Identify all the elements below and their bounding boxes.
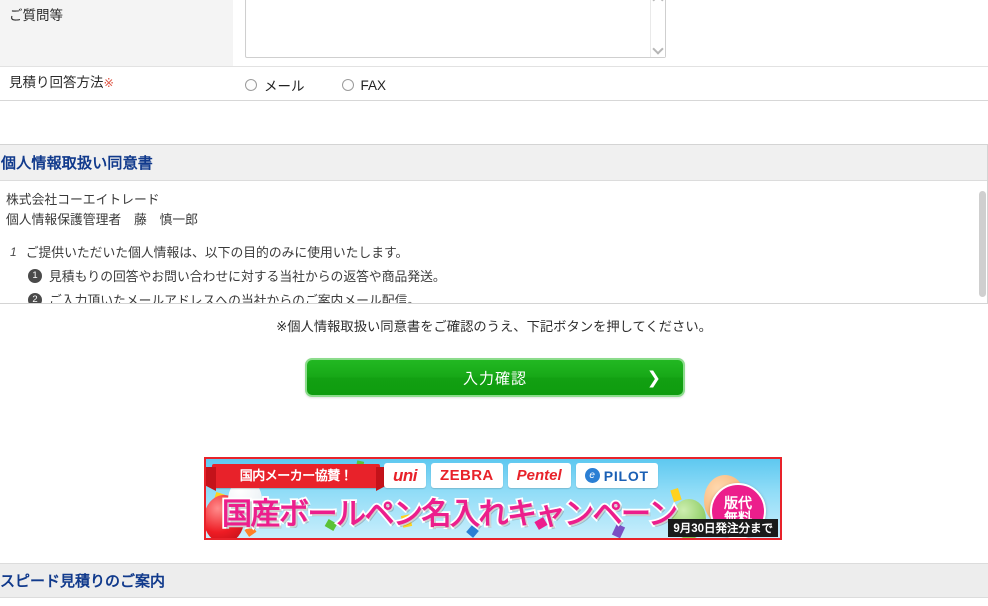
page-root: ご質問等 見積り回答方法※ メール FAX 個人情報取扱い同意書 株式会社コーエ… — [0, 0, 988, 606]
radio-option-fax[interactable]: FAX — [341, 77, 387, 93]
pilot-mark-icon: e — [584, 468, 600, 483]
privacy-manager: 個人情報保護管理者 藤 慎一郎 — [6, 211, 198, 227]
brand-logo-pentel: Pentel — [507, 463, 571, 488]
required-mark: ※ — [103, 76, 114, 90]
submit-notice: ※個人情報取扱い同意書をご確認のうえ、下記ボタンを押してください。 — [276, 319, 712, 334]
label-reply-method-text: 見積り回答方法 — [9, 75, 104, 90]
privacy-scrollbar-thumb[interactable] — [979, 191, 986, 297]
question-textarea[interactable] — [245, 0, 666, 58]
brand-logo-zebra: ZEBRA — [431, 463, 503, 488]
chevron-up-icon[interactable] — [654, 0, 663, 2]
speed-quote-section-title: スピード見積りのご案内 — [0, 573, 166, 590]
radio-fax-label: FAX — [360, 77, 387, 93]
speed-quote-section-header: スピード見積りのご案内 — [0, 563, 988, 598]
chevron-down-icon[interactable] — [654, 45, 663, 51]
brand-logo-pilot-text: PILOT — [603, 467, 649, 484]
banner-ribbon-label: 国内メーカー協賛！ — [212, 464, 380, 488]
confirm-input-label: 入力確認 — [462, 370, 527, 387]
privacy-subitem-2: 2 ご入力頂いたメールアドレスへの当社からのご案内メール配信。 — [6, 291, 965, 304]
brand-logo-uni-text: uni — [393, 465, 418, 485]
privacy-item-1-text: ご提供いただいた個人情報は、以下の目的のみに使用いたします。 — [25, 244, 409, 260]
form-row-reply-method: 見積り回答方法※ メール FAX — [0, 66, 988, 101]
badge-line-1: 版代 — [724, 495, 752, 512]
chevron-right-icon: ❯ — [646, 368, 661, 387]
banner-headline: 国産ボールペン名入れキャンペーン — [220, 496, 679, 533]
radio-mail-label: メール — [264, 79, 305, 94]
form-row-question: ご質問等 — [0, 0, 988, 66]
radio-mail-icon[interactable] — [245, 79, 257, 91]
privacy-subitem-1-number: 1 — [28, 269, 42, 284]
privacy-heading-title: 個人情報取扱い同意書 — [1, 155, 154, 172]
privacy-item-1-number: 1 — [10, 244, 17, 259]
privacy-subitem-1: 1 見積もりの回答やお問い合わせに対する当社からの返答や商品発送。 — [6, 267, 965, 287]
banner-brand-logos: uni ZEBRA Pentel e PILOT — [384, 463, 658, 488]
radio-group-reply-method: メール FAX — [245, 75, 386, 95]
textarea-scrollbar[interactable] — [650, 0, 665, 57]
brand-logo-zebra-text: ZEBRA — [440, 467, 494, 484]
page-bottom-spacer — [0, 598, 988, 606]
privacy-consent-panel: 個人情報取扱い同意書 株式会社コーエイトレード 個人情報保護管理者 藤 慎一郎 … — [0, 144, 988, 304]
brand-logo-pilot: e PILOT — [575, 463, 658, 488]
label-reply-method: 見積り回答方法※ — [0, 67, 233, 100]
brand-logo-uni: uni — [384, 463, 426, 488]
value-reply-method: メール FAX — [233, 67, 988, 100]
campaign-banner-ad[interactable]: 国内メーカー協賛！ uni ZEBRA Pentel e PILOT 国産ボール… — [204, 457, 782, 540]
value-question — [233, 0, 988, 66]
label-question: ご質問等 — [0, 0, 233, 66]
privacy-subitem-2-number: 2 — [28, 293, 42, 303]
brand-logo-pentel-text: Pentel — [516, 467, 562, 484]
privacy-item-1: 1 ご提供いただいた個人情報は、以下の目的のみに使用いたします。 — [6, 243, 965, 263]
banner-deadline-label: 9月30日発注分まで — [668, 519, 778, 537]
privacy-spacer — [6, 230, 965, 243]
radio-option-mail[interactable]: メール — [245, 75, 305, 95]
confirm-input-button[interactable]: 入力確認 ❯ — [305, 358, 685, 397]
label-question-text: ご質問等 — [9, 8, 63, 23]
privacy-heading-bar: 個人情報取扱い同意書 — [0, 145, 987, 181]
radio-fax-icon[interactable] — [341, 79, 354, 91]
privacy-subitem-2-text: ご入力頂いたメールアドレスへの当社からのご案内メール配信。 — [49, 293, 421, 304]
submit-button-wrapper: 入力確認 ❯ — [305, 358, 685, 397]
privacy-body[interactable]: 株式会社コーエイトレード 個人情報保護管理者 藤 慎一郎 1 ご提供いただいた個… — [0, 181, 987, 304]
privacy-company: 株式会社コーエイトレード — [6, 192, 160, 207]
privacy-subitem-1-text: 見積もりの回答やお問い合わせに対する当社からの返答や商品発送。 — [49, 269, 446, 285]
